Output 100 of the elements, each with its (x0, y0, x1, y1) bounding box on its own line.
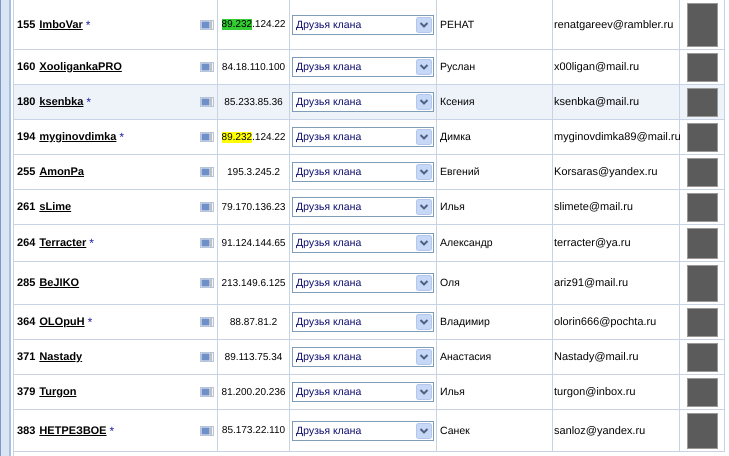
group-dropdown[interactable]: Друзья клана (292, 312, 434, 332)
email-address: ksenbka@mail.ru (554, 96, 640, 108)
ip-address: 89.232.124.22 (222, 132, 286, 142)
ip-address: 79.170.136.23 (222, 202, 286, 212)
member-number: 255 (17, 166, 36, 178)
window-icon[interactable] (200, 20, 214, 30)
real-name: Оля (440, 277, 460, 289)
real-name: Анастасия (440, 351, 492, 363)
email-address: olorin666@pochta.ru (554, 316, 656, 328)
member-number: 379 (17, 386, 36, 398)
photo-placeholder (686, 342, 718, 372)
photo-placeholder (686, 88, 718, 116)
nickname-link[interactable]: НЕТРЕЗВОЕ (39, 424, 106, 436)
nickname-link[interactable]: ImboVar (39, 18, 83, 30)
member-number: 383 (17, 424, 36, 436)
real-name: Владимир (440, 316, 490, 328)
window-icon[interactable] (200, 62, 214, 72)
member-number: 194 (17, 131, 36, 143)
email-address: sanloz@yandex.ru (554, 424, 646, 436)
member-number: 364 (17, 316, 36, 328)
online-marker: * (119, 130, 124, 144)
member-number: 160 (17, 61, 36, 73)
photo-placeholder (686, 308, 718, 336)
email-address: turgon@inbox.ru (554, 386, 636, 398)
photo-placeholder (686, 52, 718, 82)
email-address: myginovdimka89@mail.ru (554, 131, 681, 143)
email-address: slimete@mail.ru (554, 201, 634, 213)
group-dropdown[interactable]: Друзья клана (292, 420, 434, 440)
ip-address: 89.113.75.34 (224, 352, 282, 362)
real-name: Ксения (440, 96, 475, 108)
member-number: 261 (17, 201, 36, 213)
group-dropdown[interactable]: Друзья клана (292, 197, 434, 217)
nickname-link[interactable]: myginovdimka (39, 131, 116, 143)
ip-address: 85.233.85.36 (224, 96, 283, 108)
nickname-link[interactable]: Terracter (39, 237, 86, 249)
group-dropdown[interactable]: Друзья клана (292, 57, 434, 77)
group-dropdown[interactable]: Друзья клана (292, 382, 434, 402)
window-icon[interactable] (200, 278, 214, 288)
real-name: Александр (440, 237, 493, 249)
photo-placeholder (686, 158, 718, 186)
window-icon[interactable] (200, 352, 214, 362)
nickname-link[interactable]: AmonPa (39, 166, 84, 178)
photo-placeholder (686, 264, 718, 302)
online-marker: * (86, 95, 92, 109)
email-address: Korsaras@yandex.ru (554, 166, 658, 178)
real-name: Димка (440, 131, 471, 143)
group-dropdown[interactable]: Друзья клана (292, 233, 434, 253)
photo-placeholder (686, 228, 718, 258)
online-marker: * (88, 315, 92, 329)
photo-placeholder (686, 192, 718, 222)
nickname-link[interactable]: OLOpuH (39, 316, 85, 328)
real-name: Илья (440, 201, 465, 213)
real-name: Руслан (440, 61, 476, 73)
real-name: РЕНАТ (440, 18, 474, 30)
window-icon[interactable] (200, 132, 214, 142)
ip-address: 85.173.22.110 (222, 425, 286, 436)
window-icon[interactable] (200, 167, 214, 177)
window-icon[interactable] (200, 97, 214, 107)
group-dropdown[interactable]: Друзья клана (292, 347, 434, 367)
member-number: 285 (17, 277, 36, 289)
nickname-link[interactable]: sLime (39, 201, 72, 213)
group-dropdown[interactable]: Друзья клана (292, 127, 434, 147)
ip-address: 89.232.124.22 (222, 19, 286, 30)
window-icon[interactable] (200, 238, 214, 248)
group-dropdown[interactable]: Друзья клана (292, 92, 434, 112)
online-marker: * (110, 424, 114, 438)
online-marker: * (86, 18, 90, 32)
photo-placeholder (686, 122, 718, 152)
group-dropdown[interactable]: Друзья клана (292, 14, 434, 34)
window-icon[interactable] (200, 317, 214, 327)
nickname-link[interactable]: XooligankaPRO (39, 61, 122, 73)
member-number: 264 (17, 237, 36, 249)
email-address: Nastady@mail.ru (554, 351, 639, 363)
member-number: 371 (17, 351, 36, 363)
nickname-link[interactable]: Nastady (39, 351, 82, 363)
nickname-link[interactable]: BeJIKO (39, 277, 80, 289)
window-icon[interactable] (200, 426, 214, 436)
email-address: renatgareev@rambler.ru (554, 18, 674, 30)
ip-address: 91.124.144.65 (222, 238, 286, 248)
real-name: Евгений (440, 166, 480, 178)
group-dropdown[interactable]: Друзья клана (292, 273, 434, 293)
member-number: 155 (17, 18, 36, 30)
photo-placeholder (686, 2, 718, 46)
nickname-link[interactable]: Turgon (39, 386, 76, 398)
ip-address: 195.3.245.2 (227, 166, 280, 178)
window-icon[interactable] (200, 202, 214, 212)
email-address: x00ligan@mail.ru (554, 61, 640, 73)
email-address: terracter@ya.ru (554, 237, 631, 249)
ip-address: 81.200.20.236 (222, 386, 286, 398)
photo-placeholder (686, 378, 718, 406)
email-address: ariz91@mail.ru (554, 277, 628, 289)
real-name: Санек (440, 424, 470, 436)
member-number: 180 (17, 96, 36, 108)
nickname-link[interactable]: ksenbka (39, 96, 84, 108)
window-icon[interactable] (200, 387, 214, 397)
online-marker: * (89, 236, 94, 250)
real-name: Илья (440, 386, 465, 398)
group-dropdown[interactable]: Друзья клана (292, 162, 434, 182)
ip-address: 88.87.81.2 (230, 316, 278, 328)
ip-address: 84.18.110.100 (222, 62, 286, 72)
